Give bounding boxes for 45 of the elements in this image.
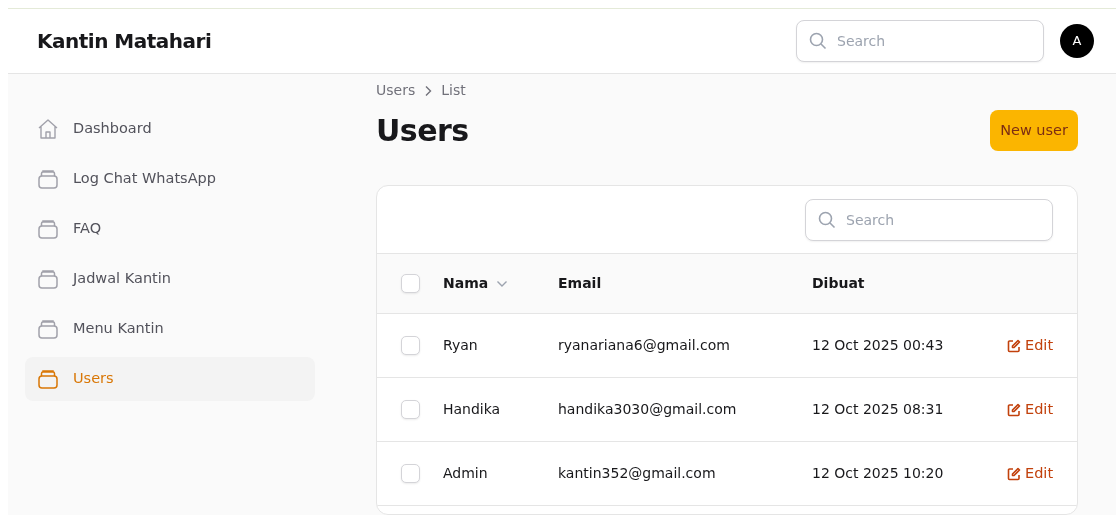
edit-icon [1007, 338, 1021, 353]
stack-icon [37, 368, 59, 390]
stack-icon [37, 218, 59, 240]
checkbox[interactable] [401, 400, 420, 419]
sort-caret-icon[interactable] [496, 279, 509, 288]
edit-icon [1007, 402, 1021, 417]
table-cell: 12 Oct 2025 10:20 [812, 465, 944, 481]
edit-icon [1007, 466, 1021, 481]
column-header[interactable]: Nama [443, 273, 489, 294]
edit-link[interactable]: Edit [1007, 398, 1054, 421]
table-cell: Ryan [443, 337, 478, 353]
table-cell: ryanariana6@gmail.com [558, 337, 730, 353]
table-cell: 12 Oct 2025 08:31 [812, 401, 944, 417]
table-cell: Admin [443, 465, 488, 481]
sidebar-item[interactable]: Log Chat WhatsApp [25, 157, 315, 201]
column-header: Email [558, 274, 602, 293]
search-icon [818, 210, 836, 229]
home-icon [37, 118, 59, 140]
stack-icon [37, 268, 59, 290]
search-field[interactable]: Search [805, 198, 1053, 241]
stack-icon [37, 168, 59, 190]
search-field[interactable]: Search [796, 20, 1044, 62]
breadcrumb-link[interactable]: List [441, 80, 466, 101]
breadcrumb-link[interactable]: Users [376, 80, 416, 101]
sidebar-item[interactable]: FAQ [25, 207, 315, 251]
search-icon [809, 32, 827, 50]
new-user-button[interactable]: New user [990, 110, 1078, 151]
sidebar-item[interactable]: Menu Kantin [25, 307, 315, 351]
table-cell: Handika [443, 401, 501, 417]
page-title: Users [376, 112, 469, 149]
table-cell: kantin352@gmail.com [558, 465, 716, 481]
sidebar-item[interactable]: Jadwal Kantin [25, 257, 315, 301]
user-avatar[interactable]: A [1060, 24, 1094, 58]
checkbox[interactable] [401, 336, 420, 355]
chevron-right-icon [423, 84, 434, 97]
checkbox[interactable] [401, 274, 420, 293]
column-header: Dibuat [812, 274, 865, 293]
edit-link[interactable]: Edit [1007, 462, 1054, 485]
edit-link[interactable]: Edit [1007, 334, 1054, 357]
sidebar-item[interactable]: Dashboard [25, 107, 315, 151]
checkbox[interactable] [401, 464, 420, 483]
table-cell: handika3030@gmail.com [558, 401, 737, 417]
app-title: Kantin Matahari [37, 28, 212, 55]
table-cell: 12 Oct 2025 00:43 [812, 337, 944, 353]
stack-icon [37, 318, 59, 340]
